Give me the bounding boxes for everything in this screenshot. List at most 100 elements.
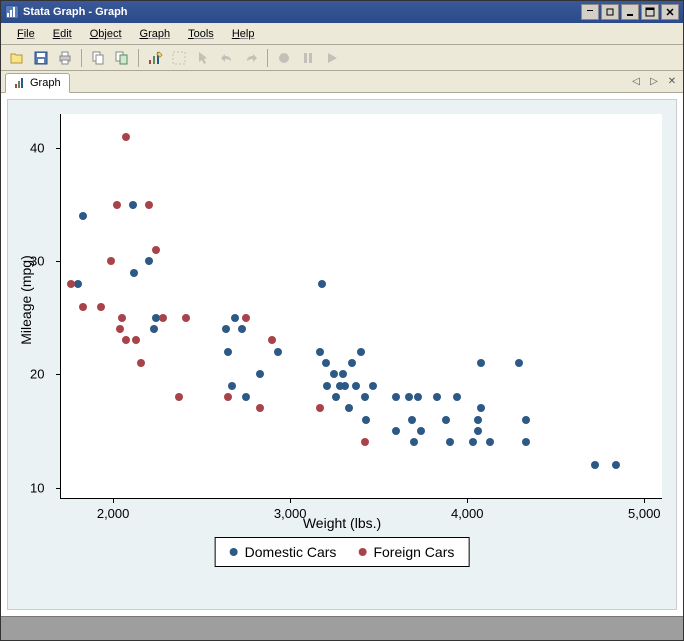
data-point	[182, 314, 190, 322]
data-point	[477, 404, 485, 412]
data-point	[522, 416, 530, 424]
data-point	[145, 257, 153, 265]
data-point	[79, 212, 87, 220]
data-point	[477, 359, 485, 367]
minimize-button[interactable]	[621, 4, 639, 20]
data-point	[316, 348, 324, 356]
plot: Mileage (mpg) 102030402,0003,0004,0005,0…	[7, 99, 677, 610]
data-point	[175, 393, 183, 401]
data-point	[122, 133, 130, 141]
edit-graph-icon[interactable]	[145, 48, 165, 68]
pause-icon[interactable]	[298, 48, 318, 68]
legend-item-domestic: Domestic Cars	[230, 544, 337, 560]
data-point	[129, 201, 137, 209]
open-icon[interactable]	[7, 48, 27, 68]
toolbar-sep	[81, 49, 82, 67]
app-icon	[5, 5, 19, 19]
data-point	[116, 325, 124, 333]
data-point	[339, 370, 347, 378]
y-axis	[60, 114, 61, 499]
data-point	[345, 404, 353, 412]
data-point	[274, 348, 282, 356]
print-icon[interactable]	[55, 48, 75, 68]
toolbar-sep	[267, 49, 268, 67]
y-tick-mark	[56, 374, 60, 375]
data-point	[405, 393, 413, 401]
data-point	[122, 336, 130, 344]
record-icon[interactable]	[274, 48, 294, 68]
data-point	[231, 314, 239, 322]
tab-close-icon[interactable]: ✕	[665, 74, 679, 88]
data-point	[132, 336, 140, 344]
data-point	[352, 382, 360, 390]
data-point	[408, 416, 416, 424]
x-tick-label: 3,000	[274, 506, 307, 521]
y-tick-label: 20	[30, 367, 44, 382]
minimize-aux-button[interactable]	[581, 4, 599, 20]
data-point	[97, 303, 105, 311]
menu-tools[interactable]: Tools	[180, 26, 222, 42]
y-tick-mark	[56, 148, 60, 149]
data-point	[417, 427, 425, 435]
data-point	[322, 359, 330, 367]
restore-aux-button[interactable]	[601, 4, 619, 20]
data-point	[392, 393, 400, 401]
redo-icon[interactable]	[241, 48, 261, 68]
maximize-button[interactable]	[641, 4, 659, 20]
menu-edit[interactable]: Edit	[45, 26, 80, 42]
x-tick-mark	[644, 499, 645, 503]
tab-graph[interactable]: Graph	[5, 73, 70, 93]
menu-graph[interactable]: Graph	[132, 26, 179, 42]
rename-icon[interactable]	[112, 48, 132, 68]
x-tick-label: 5,000	[628, 506, 661, 521]
data-point	[113, 201, 121, 209]
undo-icon[interactable]	[217, 48, 237, 68]
menubar: File Edit Object Graph Tools Help	[1, 23, 683, 45]
data-point	[442, 416, 450, 424]
y-tick-label: 30	[30, 254, 44, 269]
menu-file[interactable]: File	[9, 26, 43, 42]
y-tick-mark	[56, 261, 60, 262]
data-point	[224, 393, 232, 401]
x-tick-mark	[290, 499, 291, 503]
deselect-icon[interactable]	[169, 48, 189, 68]
legend-item-foreign: Foreign Cars	[358, 544, 454, 560]
pointer-icon[interactable]	[193, 48, 213, 68]
data-point	[224, 348, 232, 356]
window-title: Stata Graph - Graph	[23, 6, 581, 18]
play-icon[interactable]	[322, 48, 342, 68]
data-point	[242, 393, 250, 401]
data-point	[222, 325, 230, 333]
data-point	[145, 201, 153, 209]
data-point	[137, 359, 145, 367]
data-point	[362, 416, 370, 424]
tab-prev-icon[interactable]: ◁	[629, 74, 643, 88]
tab-next-icon[interactable]: ▷	[647, 74, 661, 88]
copy-icon[interactable]	[88, 48, 108, 68]
data-point	[159, 314, 167, 322]
data-point	[361, 393, 369, 401]
data-point	[118, 314, 126, 322]
data-point	[323, 382, 331, 390]
save-icon[interactable]	[31, 48, 51, 68]
data-point	[242, 314, 250, 322]
titlebar-controls	[581, 4, 679, 20]
x-tick-label: 4,000	[451, 506, 484, 521]
close-button[interactable]	[661, 4, 679, 20]
menu-help[interactable]: Help	[224, 26, 263, 42]
data-point	[330, 370, 338, 378]
tab-row: Graph ◁ ▷ ✕	[1, 71, 683, 93]
data-point	[612, 461, 620, 469]
legend-label: Domestic Cars	[245, 544, 337, 560]
data-point	[318, 280, 326, 288]
titlebar[interactable]: Stata Graph - Graph	[1, 1, 683, 23]
data-point	[150, 325, 158, 333]
data-point	[316, 404, 324, 412]
data-point	[453, 393, 461, 401]
data-point	[341, 382, 349, 390]
data-point	[361, 438, 369, 446]
menu-object[interactable]: Object	[82, 26, 130, 42]
data-point	[591, 461, 599, 469]
data-point	[152, 246, 160, 254]
tab-label: Graph	[30, 77, 61, 89]
